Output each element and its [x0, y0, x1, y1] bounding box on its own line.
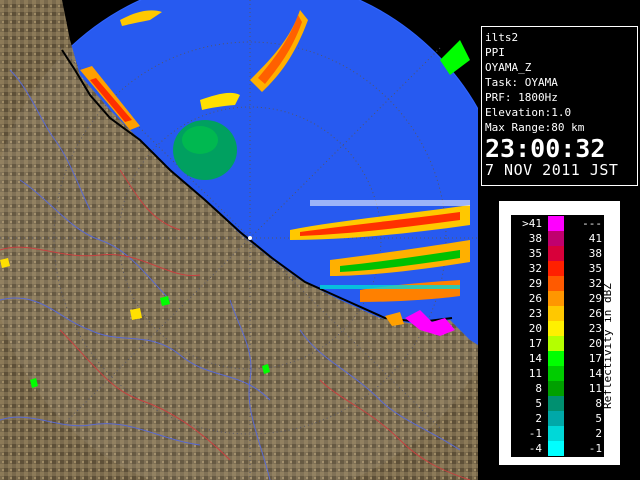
legend-unit-label: Reflectivity in dBZ — [601, 283, 614, 409]
legend-swatch — [548, 381, 564, 396]
radar-map[interactable] — [0, 0, 478, 480]
legend-swatch — [548, 351, 564, 366]
legend-low-value: 8 — [535, 382, 542, 395]
legend-swatch — [548, 231, 564, 246]
color-legend: >41 --- 38 41 35 38 32 35 29 32 26 29 23 26 20 23 17 20 14… — [498, 200, 621, 466]
task-label: Task: OYAMA — [485, 76, 558, 89]
legend-scale: >41 --- 38 41 35 38 32 35 29 32 26 29 23 26 20 23 17 20 14… — [511, 215, 604, 457]
legend-high-value: 32 — [588, 277, 602, 290]
legend-high-value: -1 — [588, 442, 602, 455]
legend-high-value: 2 — [595, 427, 602, 440]
variable-name: OYAMA_Z — [485, 61, 532, 74]
legend-low-value: 23 — [528, 307, 542, 320]
legend-swatch — [548, 336, 564, 351]
legend-swatch — [548, 426, 564, 441]
legend-low-value: 26 — [528, 292, 542, 305]
legend-high-value: 38 — [588, 247, 602, 260]
legend-low-value: -1 — [528, 427, 542, 440]
info-panel: ilts2 PPI OYAMA_Z Task: OYAMA PRF: 1800H… — [481, 26, 638, 186]
legend-high-value: 20 — [588, 337, 602, 350]
legend-swatch — [548, 291, 564, 306]
radar-ppi-display — [0, 0, 478, 480]
legend-high-value: 26 — [588, 307, 602, 320]
legend-swatch — [548, 411, 564, 426]
legend-swatch — [548, 276, 564, 291]
legend-swatch — [548, 441, 564, 456]
coverage-shade — [0, 0, 478, 480]
legend-high-value: 41 — [588, 232, 602, 245]
legend-low-value: -4 — [528, 442, 542, 455]
product-name: ilts2 — [485, 31, 519, 44]
scan-mode: PPI — [485, 46, 505, 59]
legend-high-value: 11 — [588, 382, 602, 395]
max-range-label: Max Range:80 km — [485, 121, 585, 134]
legend-low-value: 5 — [535, 397, 542, 410]
legend-high-value: 35 — [588, 262, 602, 275]
legend-row: 11 14 — [512, 366, 603, 381]
legend-high-value: 23 — [588, 322, 602, 335]
legend-row: 20 23 — [512, 321, 603, 336]
legend-high-value: 29 — [588, 292, 602, 305]
legend-row: 14 17 — [512, 351, 603, 366]
scan-date: 7 NOV 2011 JST — [485, 161, 619, 179]
legend-high-value: 17 — [588, 352, 602, 365]
prf-label: PRF: 1800Hz — [485, 91, 558, 104]
legend-swatch — [548, 261, 564, 276]
legend-low-value: 29 — [528, 277, 542, 290]
legend-swatch — [548, 246, 564, 261]
radar-site-marker — [248, 236, 252, 240]
legend-swatch — [548, 216, 564, 231]
legend-row: 17 20 — [512, 336, 603, 351]
legend-unit: Reflectivity in dBZ — [601, 251, 615, 411]
legend-row: 8 11 — [512, 381, 603, 396]
legend-row: 23 26 — [512, 306, 603, 321]
legend-row: -4 -1 — [512, 441, 603, 456]
legend-high-value: --- — [582, 217, 602, 230]
legend-high-value: 5 — [595, 412, 602, 425]
legend-low-value: 38 — [528, 232, 542, 245]
legend-row: 26 29 — [512, 291, 603, 306]
legend-low-value: >41 — [522, 217, 542, 230]
legend-low-value: 11 — [528, 367, 542, 380]
legend-low-value: 17 — [528, 337, 542, 350]
legend-low-value: 20 — [528, 322, 542, 335]
legend-swatch — [548, 321, 564, 336]
legend-swatch — [548, 366, 564, 381]
legend-swatch — [548, 396, 564, 411]
legend-low-value: 14 — [528, 352, 542, 365]
legend-row: 35 38 — [512, 246, 603, 261]
legend-low-value: 32 — [528, 262, 542, 275]
scan-time: 23:00:32 — [485, 134, 606, 163]
legend-high-value: 14 — [588, 367, 602, 380]
legend-swatch — [548, 306, 564, 321]
legend-row: 58 — [512, 396, 603, 411]
legend-low-value: 2 — [535, 412, 542, 425]
legend-row: 38 41 — [512, 231, 603, 246]
legend-row: -1 2 — [512, 426, 603, 441]
legend-row: 29 32 — [512, 276, 603, 291]
legend-row: >41 --- — [512, 216, 603, 231]
legend-row: 32 35 — [512, 261, 603, 276]
legend-row: 25 — [512, 411, 603, 426]
legend-high-value: 8 — [595, 397, 602, 410]
legend-low-value: 35 — [528, 247, 542, 260]
elevation-label: Elevation:1.0 — [485, 106, 572, 119]
